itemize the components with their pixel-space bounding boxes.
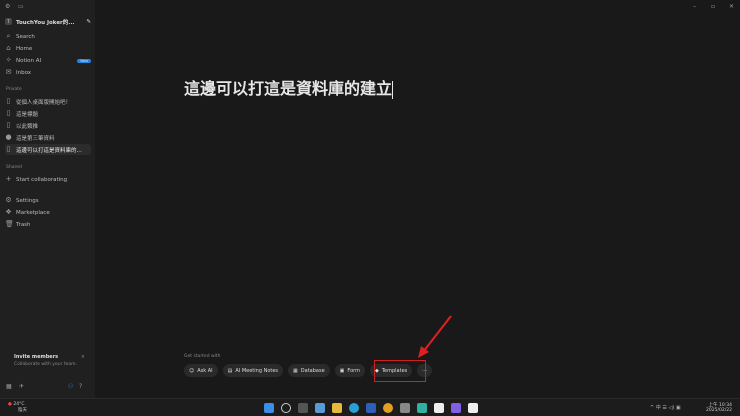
page-icon: ▯: [6, 121, 11, 129]
chip-label: Ask AI: [197, 367, 213, 374]
notion-icon[interactable]: [434, 403, 444, 413]
page-title-text[interactable]: 這邊可以打這是資料庫的建立: [184, 79, 392, 98]
page-title[interactable]: 這邊可以打這是資料庫的建立: [184, 75, 394, 99]
nav-label: Home: [16, 45, 33, 52]
plus-icon: +: [5, 175, 12, 183]
page-label: 從個人桌面版開始吧！: [16, 99, 72, 106]
chip-icon: ▤: [227, 367, 233, 374]
chip-icon: ☺: [189, 367, 195, 374]
weather-widget[interactable]: ● 24°C 陰天: [8, 402, 27, 413]
nav-label: Inbox: [16, 69, 32, 76]
weather-desc: 陰天: [18, 408, 27, 413]
circle-icon: ●: [5, 133, 12, 141]
nav-label: Notion AI: [16, 57, 42, 64]
sidebar-item-settings[interactable]: ⚙ Settings: [5, 195, 91, 206]
close-icon[interactable]: ×: [81, 354, 85, 360]
calendar-icon[interactable]: ▦: [6, 383, 12, 390]
annotation-arrow: [418, 315, 452, 358]
sidebar-item-trash[interactable]: 🗑 Trash: [5, 219, 91, 230]
highlight-box: [374, 360, 426, 382]
edge-icon[interactable]: [349, 403, 359, 413]
sidebar-item-search[interactable]: ⌕ Search: [5, 31, 91, 42]
system-tray[interactable]: ^ 中 ☰ ◁) ▣: [650, 404, 681, 411]
taskbar: ● 24°C 陰天 ^ 中 ☰ ◁) ▣ 上午 10:34 2025/02/22: [0, 398, 740, 416]
chip-label: AI Meeting Notes: [235, 367, 279, 374]
widgets-icon[interactable]: [315, 403, 325, 413]
workspace-switcher[interactable]: T TouchYou Joker的... ✎: [5, 16, 91, 27]
invite-subtitle: Collaborate with your team.: [14, 362, 77, 367]
page-icon: ▯: [6, 145, 11, 153]
get-started-label: Get started with: [184, 354, 221, 359]
start-collab-label: Start collaborating: [16, 176, 68, 183]
notion-ai-icon: ✧: [5, 56, 12, 64]
ask-ai-button[interactable]: ☺ Ask AI: [184, 364, 218, 377]
settings-app-icon[interactable]: ⚙: [5, 3, 10, 10]
sidebar-toggle-icon[interactable]: ▭: [18, 3, 24, 10]
trash-icon: 🗑: [5, 220, 14, 228]
clock[interactable]: 上午 10:34 2025/02/22: [706, 402, 732, 413]
weather-temp: 24°C: [13, 402, 25, 407]
ai-meeting-notes-button[interactable]: ▤ AI Meeting Notes: [222, 364, 284, 377]
mail-app-icon[interactable]: [366, 403, 376, 413]
sidebar: ⚙ ▭ T TouchYou Joker的... ✎ ⌕ Search ⌂ Home ✧…: [0, 0, 95, 398]
page-label: 這是第三筆資料: [16, 135, 55, 142]
inbox-icon: ✉: [5, 68, 12, 76]
settings-icon: ⚙: [5, 196, 12, 204]
task-view-icon[interactable]: [298, 403, 308, 413]
sidebar-item-home[interactable]: ⌂ Home: [5, 43, 91, 54]
sidebar-page[interactable]: ▯ 這是標題: [5, 108, 91, 119]
search-taskbar-icon[interactable]: [281, 403, 291, 413]
close-window-button[interactable]: ✕: [729, 3, 734, 10]
help-icon[interactable]: ?: [79, 383, 82, 390]
sidebar-page[interactable]: ▯ 這邊可以打這是資料庫的...: [5, 144, 91, 155]
workspace-name: TouchYou Joker的...: [16, 19, 75, 26]
nav-label: Search: [16, 33, 35, 40]
chip-icon: ▦: [293, 367, 298, 374]
app-icon[interactable]: [417, 403, 427, 413]
sidebar-page[interactable]: ▯ 以此類推: [5, 120, 91, 131]
nav-label: Marketplace: [16, 209, 50, 216]
page-label: 這邊可以打這是資料庫的...: [16, 147, 82, 154]
notion-icon[interactable]: [468, 403, 478, 413]
date: 2025/02/22: [706, 408, 732, 413]
workspace-avatar: T: [5, 18, 12, 25]
sidebar-item-marketplace[interactable]: ❖ Marketplace: [5, 207, 91, 218]
text-cursor: [392, 80, 394, 99]
file-explorer-icon[interactable]: [332, 403, 342, 413]
invite-title: Invite members: [14, 354, 59, 360]
people-icon[interactable]: ⚇: [68, 383, 73, 390]
sidebar-page[interactable]: ● 這是第三筆資料: [5, 132, 91, 143]
minimize-button[interactable]: –: [693, 3, 696, 10]
nav-label: Settings: [16, 197, 39, 204]
sidebar-item-notion-ai[interactable]: ✧ Notion AI New: [5, 55, 91, 66]
start-icon[interactable]: [264, 403, 274, 413]
mail-icon[interactable]: ✈: [19, 383, 24, 390]
form-button[interactable]: ▣ Form: [334, 364, 365, 377]
shared-section-label: Shared: [6, 165, 22, 170]
page-icon: ▯: [6, 97, 11, 105]
new-badge: New: [77, 58, 91, 63]
invite-members-card[interactable]: Invite members Collaborate with your tea…: [5, 354, 91, 367]
sidebar-item-inbox[interactable]: ✉ Inbox: [5, 67, 91, 78]
chip-label: Database: [300, 367, 325, 374]
marketplace-icon: ❖: [5, 208, 12, 216]
start-collaborating[interactable]: + Start collaborating: [5, 174, 91, 185]
database-button[interactable]: ▦ Database: [288, 364, 330, 377]
new-page-icon[interactable]: ✎: [86, 19, 91, 25]
app-icon[interactable]: [400, 403, 410, 413]
chip-icon: ▣: [339, 367, 345, 374]
search-icon: ⌕: [6, 32, 11, 40]
page-label: 這是標題: [16, 111, 39, 118]
page-icon: ▯: [6, 109, 11, 117]
chip-label: Form: [347, 367, 360, 374]
private-section-label: Private: [6, 87, 22, 92]
maximize-button[interactable]: ▫: [711, 3, 715, 10]
nav-label: Trash: [16, 221, 31, 228]
sidebar-page[interactable]: ▯ 從個人桌面版開始吧！: [5, 96, 91, 107]
page-label: 以此類推: [16, 123, 39, 130]
home-icon: ⌂: [6, 44, 11, 52]
chrome-icon[interactable]: [383, 403, 393, 413]
app-icon[interactable]: [451, 403, 461, 413]
